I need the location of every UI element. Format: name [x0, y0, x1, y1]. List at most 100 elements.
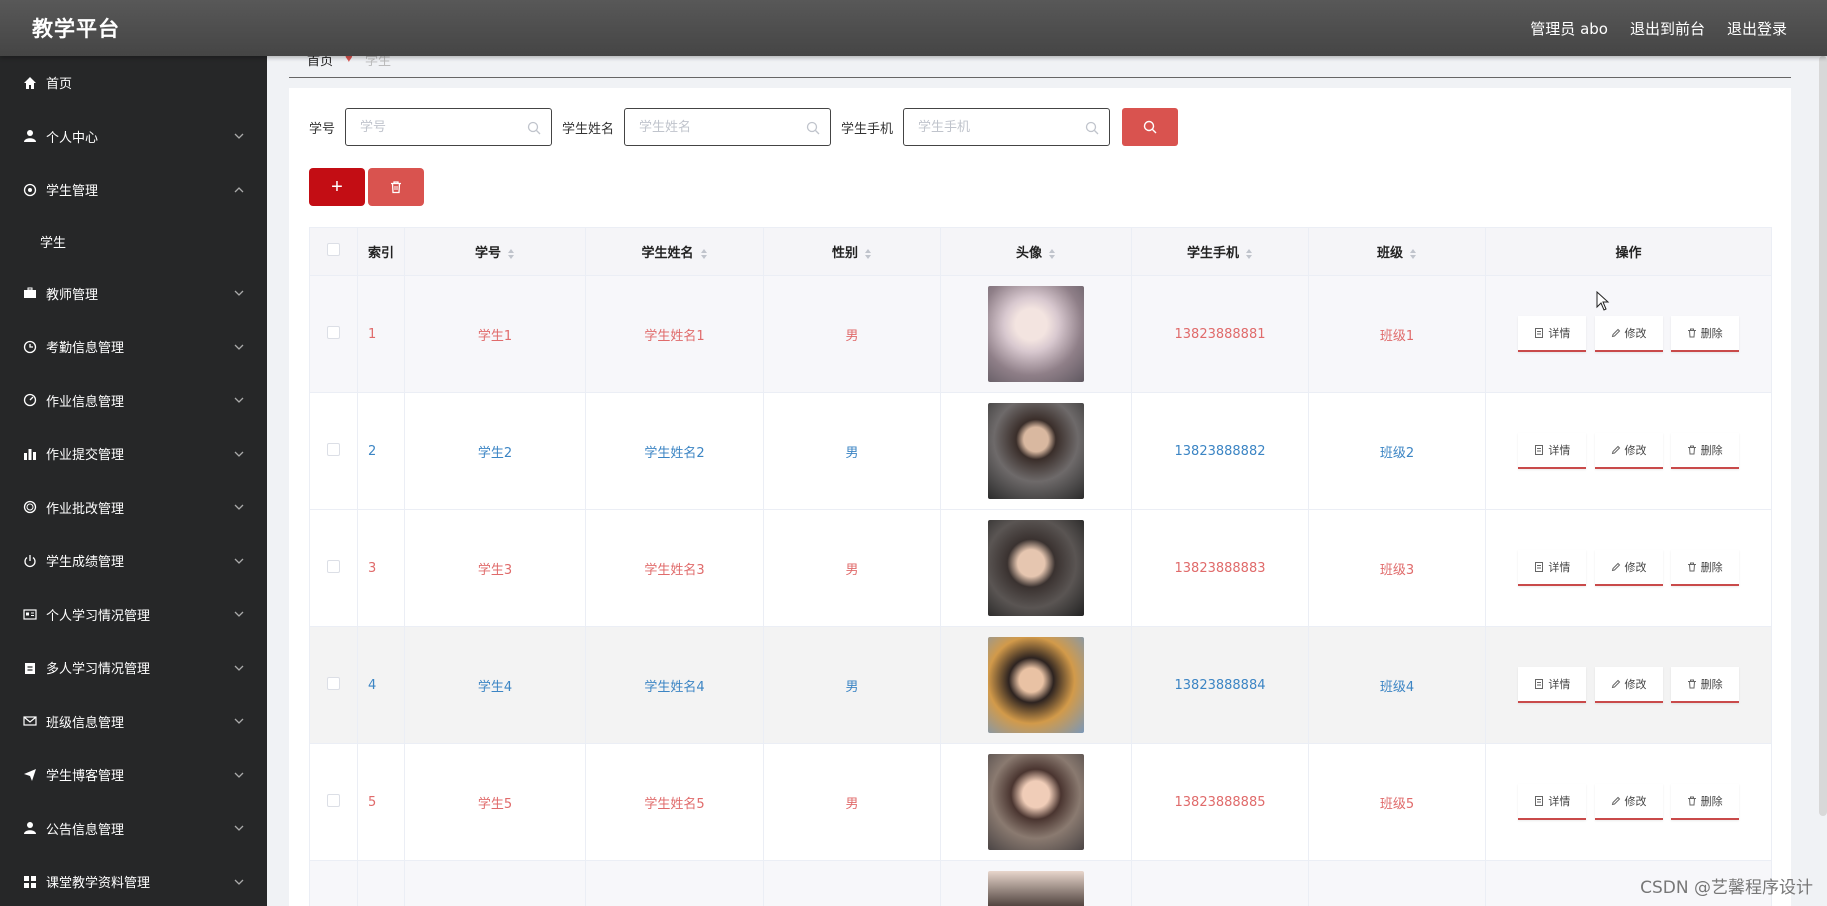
sidebar-item-student[interactable]: 学生: [0, 217, 267, 267]
sidebar-item-home[interactable]: 首页: [0, 56, 267, 110]
search-button[interactable]: [1122, 108, 1179, 146]
cell-actions: 详情 修改 删除: [1485, 626, 1772, 744]
student-name-field[interactable]: [624, 108, 832, 146]
delete-button[interactable]: 删除: [1670, 316, 1739, 352]
dashboard-icon: [22, 392, 38, 408]
cell-gender: 男: [763, 509, 941, 627]
delete-button[interactable]: 删除: [1670, 784, 1739, 820]
row-checkbox[interactable]: [327, 559, 340, 573]
delete-label: 删除: [1700, 795, 1723, 808]
user-icon: [22, 820, 38, 836]
col-label: 性别: [831, 246, 858, 261]
edit-icon: [1611, 445, 1620, 455]
sidebar-item-personal-study[interactable]: 个人学习情况管理: [0, 588, 267, 642]
detail-button[interactable]: 详情: [1518, 316, 1587, 352]
sidebar-item-homework-submit[interactable]: 作业提交管理: [0, 427, 267, 481]
row-checkbox[interactable]: [327, 325, 340, 339]
delete-label: 删除: [1700, 561, 1723, 574]
content-panel: 学号 学生姓名 学生手机 +: [289, 88, 1791, 906]
col-class[interactable]: 班级: [1308, 227, 1486, 276]
student-phone-field[interactable]: [903, 108, 1111, 146]
detail-button[interactable]: 详情: [1518, 667, 1587, 703]
sidebar-item-class-info[interactable]: 班级信息管理: [0, 695, 267, 749]
breadcrumb-home[interactable]: 首页: [307, 56, 333, 69]
sidebar-item-label: 多人学习情况管理: [46, 662, 151, 678]
col-phone[interactable]: 学生手机: [1131, 227, 1309, 276]
cell-student-name: 学生姓名3: [585, 509, 764, 627]
edit-icon: [1611, 679, 1620, 689]
edit-button[interactable]: 修改: [1594, 316, 1663, 352]
edit-label: 修改: [1624, 678, 1647, 691]
student-phone-input[interactable]: [904, 109, 1075, 145]
row-checkbox[interactable]: [327, 442, 340, 456]
edit-button[interactable]: 修改: [1594, 667, 1663, 703]
student-table: 索引 学号 学生姓名 性别 头像 学生手机 班级 操作 1 学生1 学生姓名1 …: [309, 227, 1772, 906]
student-id-input[interactable]: [346, 109, 517, 145]
col-label: 学生姓名: [641, 246, 694, 261]
sidebar-item-grades[interactable]: 学生成绩管理: [0, 534, 267, 588]
sidebar-item-label: 首页: [46, 77, 73, 93]
row-checkbox[interactable]: [327, 793, 340, 807]
sidebar-item-teacher-management[interactable]: 教师管理: [0, 267, 267, 321]
cell-phone: 13823888881: [1131, 275, 1309, 393]
edit-button[interactable]: 修改: [1594, 784, 1663, 820]
action-row: +: [309, 168, 424, 206]
exit-to-front-link[interactable]: 退出到前台: [1630, 18, 1705, 39]
select-all-checkbox[interactable]: [327, 243, 340, 256]
sidebar-item-teaching-materials[interactable]: 课堂教学资料管理: [0, 855, 267, 906]
sidebar-item-personal-center[interactable]: 个人中心: [0, 110, 267, 164]
edit-button[interactable]: 修改: [1594, 550, 1663, 586]
sidebar-item-attendance[interactable]: 考勤信息管理: [0, 320, 267, 374]
document-icon: [1535, 445, 1544, 455]
select-all-cell: [309, 227, 358, 276]
edit-label: 修改: [1624, 444, 1647, 457]
trash-icon: [1687, 796, 1696, 806]
delete-button[interactable]: 删除: [1670, 433, 1739, 469]
chevron-down-icon: [234, 344, 244, 350]
row-checkbox[interactable]: [327, 676, 340, 690]
cell-index: 4: [357, 626, 405, 744]
sidebar-item-label: 学生: [40, 236, 67, 251]
cell-student-id: [404, 860, 586, 906]
cell-actions: 详情 修改 删除: [1485, 275, 1772, 393]
avatar: [988, 520, 1084, 616]
detail-button[interactable]: 详情: [1518, 433, 1587, 469]
cell-avatar: [940, 392, 1132, 510]
delete-button[interactable]: 删除: [1670, 550, 1739, 586]
sidebar-item-group-study[interactable]: 多人学习情况管理: [0, 641, 267, 695]
detail-button[interactable]: 详情: [1518, 784, 1587, 820]
scrollbar[interactable]: [1819, 56, 1827, 816]
sidebar-item-homework-info[interactable]: 作业信息管理: [0, 374, 267, 428]
cell-phone: 13823888885: [1131, 743, 1309, 861]
avatar: [988, 286, 1084, 382]
sidebar-item-student-management[interactable]: 学生管理: [0, 163, 267, 217]
detail-button[interactable]: 详情: [1518, 550, 1587, 586]
col-student-name[interactable]: 学生姓名: [585, 227, 764, 276]
sidebar-item-label: 课堂教学资料管理: [46, 876, 151, 892]
col-avatar[interactable]: 头像: [940, 227, 1132, 276]
logout-link[interactable]: 退出登录: [1727, 18, 1787, 39]
chevron-down-icon: [234, 879, 244, 885]
edit-label: 修改: [1624, 795, 1647, 808]
student-id-field[interactable]: [345, 108, 553, 146]
sort-icon: [1049, 248, 1055, 259]
batch-delete-button[interactable]: [368, 168, 424, 206]
cell-actions: 详情 修改 删除: [1485, 743, 1772, 861]
student-name-input[interactable]: [625, 109, 796, 145]
edit-button[interactable]: 修改: [1594, 433, 1663, 469]
sidebar-item-label: 考勤信息管理: [46, 341, 125, 357]
delete-button[interactable]: 删除: [1670, 667, 1739, 703]
col-gender[interactable]: 性别: [763, 227, 941, 276]
add-button[interactable]: +: [309, 168, 365, 206]
sidebar-item-student-blog[interactable]: 学生博客管理: [0, 748, 267, 802]
admin-user-link[interactable]: 管理员 abo: [1530, 18, 1608, 39]
chevron-down-icon: [234, 397, 244, 404]
sidebar-item-homework-grading[interactable]: 作业批改管理: [0, 481, 267, 535]
col-student-id[interactable]: 学号: [404, 227, 586, 276]
cell-class: 班级2: [1308, 392, 1486, 510]
cell-avatar: [940, 275, 1132, 393]
edit-icon: [1611, 328, 1620, 338]
cell-class: 班级3: [1308, 509, 1486, 627]
sidebar-item-announcements[interactable]: 公告信息管理: [0, 802, 267, 856]
clock-icon: [22, 339, 38, 355]
